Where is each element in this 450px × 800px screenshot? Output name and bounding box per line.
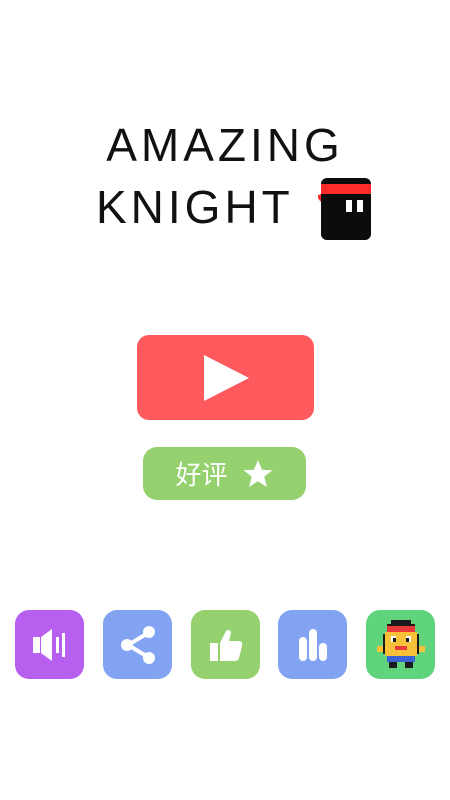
share-button[interactable]: [103, 610, 172, 679]
game-title-line1: AMAZING: [106, 119, 344, 171]
knight-logo-icon: [318, 178, 371, 240]
bar-chart-icon: [298, 628, 327, 661]
sound-button[interactable]: [15, 610, 84, 679]
play-icon: [203, 354, 249, 401]
like-button[interactable]: [191, 610, 260, 679]
thumbs-up-icon: [209, 629, 242, 661]
play-button[interactable]: [137, 335, 314, 420]
game-title-line2: KNIGHT: [96, 181, 294, 233]
speaker-icon: [32, 628, 65, 661]
share-icon: [120, 625, 155, 664]
rate-button-label: 好评: [175, 461, 228, 491]
bottom-toolbar: [15, 610, 435, 680]
character-button[interactable]: [366, 610, 435, 679]
star-icon: [243, 459, 272, 487]
leaderboard-button[interactable]: [278, 610, 347, 679]
rate-button[interactable]: 好评: [143, 447, 306, 500]
character-icon: [376, 619, 425, 668]
